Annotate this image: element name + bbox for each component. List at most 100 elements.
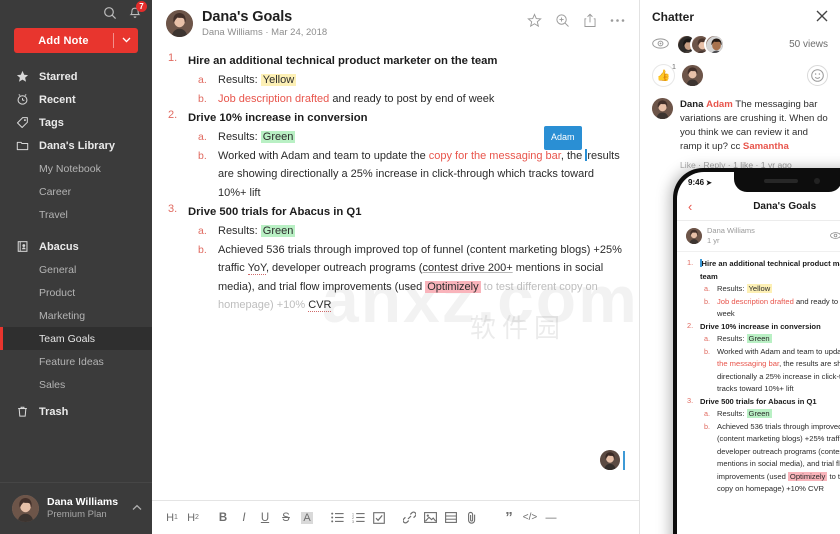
thumbs-up-reaction[interactable]: 👍 1	[652, 62, 676, 87]
note-body[interactable]: anxz.com 软件园 Hire an additional technica…	[152, 46, 639, 500]
italic-label: I	[242, 511, 246, 524]
sidebar-item-my-notebook[interactable]: My Notebook	[0, 157, 152, 180]
heading-1-sub: 1	[174, 514, 178, 521]
italic-button[interactable]: I	[234, 507, 254, 529]
sidebar-item-abacus[interactable]: Abacus	[0, 235, 152, 258]
status-badge: Yellow	[260, 74, 297, 86]
phone-goal-item: Hire an additional technical product mar…	[686, 258, 840, 321]
chatter-title: Chatter	[652, 10, 695, 24]
star-icon[interactable]	[527, 13, 542, 28]
comment-mention-2[interactable]: Samantha	[743, 141, 789, 152]
phone-goal-subitem: Worked with Adam and team to update the …	[703, 346, 840, 396]
smiley-icon[interactable]	[807, 65, 828, 86]
goal-title: Drive 500 trials for Abacus in Q1	[188, 203, 625, 222]
avatar	[682, 65, 703, 86]
status-badge: Green	[260, 225, 296, 237]
sidebar-user-name: Dana Williams	[47, 496, 119, 508]
heading-2-sub: 2	[195, 514, 199, 521]
highlight-button[interactable]: A	[297, 507, 317, 529]
sidebar-user-account[interactable]: Dana Williams Premium Plan	[0, 482, 152, 534]
image-button[interactable]	[420, 507, 440, 529]
heading-1-button[interactable]: H1	[162, 507, 182, 529]
code-button[interactable]: </>	[520, 507, 540, 529]
chevron-up-icon[interactable]	[132, 503, 142, 514]
goal-subitem: Results: Green	[196, 222, 625, 241]
inline-link[interactable]: Job description drafted	[218, 93, 329, 105]
sidebar-item-career[interactable]: Career	[0, 180, 152, 203]
more-icon[interactable]	[610, 18, 625, 23]
heading-2-label: H	[187, 511, 196, 524]
avatar	[652, 98, 673, 119]
sidebar-item-label: Feature Ideas	[39, 355, 104, 368]
goal-item: Drive 10% increase in conversion Results…	[166, 109, 625, 202]
comment-body: Dana Adam The messaging bar variations a…	[680, 98, 828, 172]
note-actions	[527, 9, 625, 28]
sidebar-item-starred[interactable]: Starred	[0, 65, 152, 88]
phone-note-author: Dana Williams 1 yr	[707, 226, 755, 246]
goal-title: Hire an additional technical product mar…	[188, 55, 498, 67]
sidebar-item-trash[interactable]: Trash	[0, 400, 152, 423]
bold-button[interactable]: B	[213, 507, 233, 529]
comment-item: Dana Adam The messaging bar variations a…	[640, 87, 840, 172]
notebook-icon	[14, 240, 30, 254]
goal-subitem: Job description drafted and ready to pos…	[196, 90, 625, 109]
inline-link: Job description drafted	[717, 296, 794, 306]
close-icon[interactable]	[816, 10, 828, 24]
bulleted-list-button[interactable]	[327, 507, 347, 529]
sidebar-item-danas-library[interactable]: Dana's Library	[0, 134, 152, 157]
page-title: Dana's Goals	[202, 9, 293, 25]
chatter-reactions-row: 👍 1	[640, 55, 840, 87]
checklist-button[interactable]	[369, 507, 389, 529]
strikethrough-button[interactable]: S	[276, 507, 296, 529]
search-icon[interactable]	[103, 6, 117, 20]
goal-item: Drive 500 trials for Abacus in Q1 Result…	[166, 203, 625, 315]
sidebar-item-travel[interactable]: Travel	[0, 203, 152, 226]
heading-2-button[interactable]: H2	[183, 507, 203, 529]
code-label: </>	[522, 512, 538, 523]
viewer-avatars[interactable]	[676, 34, 725, 55]
zoom-in-icon[interactable]	[555, 13, 570, 28]
sidebar-nav: Starred Recent Tags Dana's Library My No…	[0, 65, 152, 482]
sidebar-item-general[interactable]: General	[0, 258, 152, 281]
goal-subitem: Worked with Adam and team to update the …	[196, 147, 625, 203]
attachment-button[interactable]	[462, 507, 482, 529]
app-root: 7 Add Note Starred Recent Tags Dana's Li…	[0, 0, 840, 534]
phone-goal-title: Hire an additional technical product mar…	[700, 258, 840, 283]
phone-goals-list: Hire an additional technical product mar…	[686, 258, 840, 496]
bold-label: B	[218, 511, 228, 524]
goal-subitem: Results: Yellow	[196, 71, 625, 90]
phone-goal-title: Drive 500 trials for Abacus in Q1	[700, 396, 817, 406]
thumbs-up-icon: 👍	[656, 70, 671, 82]
sidebar-item-label: Trash	[39, 405, 69, 418]
link-button[interactable]	[399, 507, 419, 529]
sidebar-item-label: Sales	[39, 378, 66, 391]
results-label: Results:	[218, 225, 261, 237]
numbered-list-button[interactable]: 123	[348, 507, 368, 529]
add-note-button[interactable]: Add Note	[14, 28, 138, 53]
sidebar-item-label: Dana's Library	[39, 139, 115, 152]
comment-mention[interactable]: Adam	[706, 99, 733, 110]
sidebar-item-tags[interactable]: Tags	[0, 111, 152, 134]
sidebar-item-label: Team Goals	[39, 332, 96, 345]
chevron-down-icon[interactable]	[114, 35, 138, 46]
sidebar-item-recent[interactable]: Recent	[0, 88, 152, 111]
status-badge: Green	[746, 409, 772, 418]
location-icon: ➤	[706, 179, 712, 187]
sidebar-item-feature-ideas[interactable]: Feature Ideas	[0, 350, 152, 373]
sidebar-item-team-goals[interactable]: Team Goals	[0, 327, 152, 350]
quote-button[interactable]: ”	[499, 507, 519, 529]
underline-button[interactable]: U	[255, 507, 275, 529]
divider-button[interactable]: —	[541, 507, 561, 529]
sidebar-item-marketing[interactable]: Marketing	[0, 304, 152, 327]
phone-goal-subitem: Job description drafted and ready to pos…	[703, 296, 840, 321]
sidebar-item-label: My Notebook	[39, 162, 101, 175]
share-icon[interactable]	[583, 13, 597, 28]
table-button[interactable]	[441, 507, 461, 529]
bell-icon[interactable]: 7	[128, 1, 147, 20]
status-badge: Yellow	[746, 284, 773, 293]
sidebar-item-product[interactable]: Product	[0, 281, 152, 304]
inline-link[interactable]: copy for the messaging bar	[429, 150, 561, 162]
sidebar-item-sales[interactable]: Sales	[0, 373, 152, 396]
comment-author: Dana	[680, 99, 704, 110]
goals-list: Hire an additional technical product mar…	[166, 52, 625, 315]
